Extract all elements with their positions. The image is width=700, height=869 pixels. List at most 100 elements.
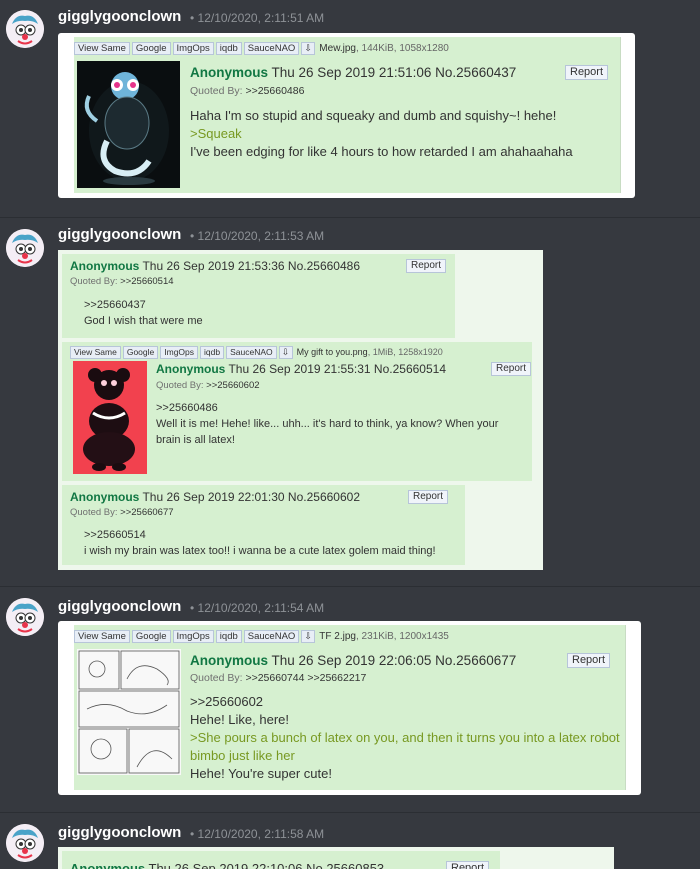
file-name[interactable]: TF 2.jpg xyxy=(319,631,356,642)
timestamp: • 12/10/2020, 2:11:53 AM xyxy=(190,227,324,245)
embed-card: View Same Google ImgOps iqdb SauceNAO ⇩ Mew.jp… xyxy=(58,33,635,198)
timestamp-dot: • xyxy=(190,11,198,25)
post-datetime[interactable]: Thu 26 Sep 2019 21:53:36 No.25660486 xyxy=(142,259,360,273)
message: gigglygoonclown • 12/10/2020, 2:11:53 AM… xyxy=(0,218,700,588)
quote-link[interactable]: >>25660514 xyxy=(120,276,173,287)
quote-link[interactable]: >>25660602 xyxy=(190,693,620,711)
greentext-line: >Squeak xyxy=(190,126,242,141)
timestamp-dot: • xyxy=(190,601,198,615)
message: gigglygoonclown • 12/10/2020, 2:11:58 AM… xyxy=(0,813,700,869)
report-button[interactable]: Report xyxy=(406,259,447,273)
quoted-by-label: Quoted By: xyxy=(156,380,204,391)
thread-container: Anonymous Thu 26 Sep 2019 22:10:06 No.25… xyxy=(58,847,614,869)
message: gigglygoonclown • 12/10/2020, 2:11:54 AM… xyxy=(0,587,700,812)
report-button[interactable]: Report xyxy=(408,490,449,504)
post-datetime[interactable]: Thu 26 Sep 2019 22:06:05 No.25660677 xyxy=(272,653,517,668)
post-datetime[interactable]: Thu 26 Sep 2019 22:10:06 No.25660853 xyxy=(149,861,385,869)
username[interactable]: gigglygoonclown xyxy=(58,598,181,616)
iqdb-button[interactable]: iqdb xyxy=(215,630,242,643)
view-same-button[interactable]: View Same xyxy=(74,630,130,643)
report-button[interactable]: Report xyxy=(446,861,490,869)
quote-link[interactable]: >>25660514 xyxy=(84,527,436,543)
view-same-button[interactable]: View Same xyxy=(70,346,121,359)
file-meta: , 1MiB, 1258x1920 xyxy=(367,347,443,357)
google-button[interactable]: Google xyxy=(122,346,159,359)
download-icon[interactable]: ⇩ xyxy=(301,630,316,643)
file-info: View Same Google ImgOps iqdb SauceNAO ⇩ Mew.jp… xyxy=(74,42,449,55)
google-button[interactable]: Google xyxy=(131,42,171,55)
imgops-button[interactable]: ImgOps xyxy=(172,630,214,643)
quote-link[interactable]: >>25660486 xyxy=(156,400,498,416)
post-header: Anonymous Thu 26 Sep 2019 22:10:06 No.25… xyxy=(70,861,384,869)
poster-name: Anonymous xyxy=(190,653,269,668)
username[interactable]: gigglygoonclown xyxy=(58,824,181,842)
poster-name: Anonymous xyxy=(70,259,140,273)
report-button[interactable]: Report xyxy=(491,362,532,376)
quote-link[interactable]: >>25660437 xyxy=(84,297,203,313)
user-avatar[interactable] xyxy=(6,824,44,862)
poster-name: Anonymous xyxy=(190,65,269,80)
post-thumbnail[interactable] xyxy=(77,61,180,188)
saucenao-button[interactable]: SauceNAO xyxy=(226,346,277,359)
saucenao-button[interactable]: SauceNAO xyxy=(243,42,300,55)
file-name[interactable]: Mew.jpg xyxy=(319,43,356,54)
post-line: Hehe! You're super cute! xyxy=(190,766,332,781)
post-line: I've been edging for like 4 hours to how… xyxy=(190,144,573,159)
quoted-post: Anonymous Thu 26 Sep 2019 21:53:36 No.25… xyxy=(62,254,455,338)
greentext-line: >She pours a bunch of latex on you, and … xyxy=(190,730,620,745)
quoted-by: Quoted By: >>25660514 xyxy=(70,276,174,287)
google-button[interactable]: Google xyxy=(131,630,171,643)
timestamp-dot: • xyxy=(190,827,198,841)
quoted-by: Quoted By: >>25660602 xyxy=(156,380,260,391)
timestamp: • 12/10/2020, 2:11:58 AM xyxy=(190,825,324,843)
quoted-by-label: Quoted By: xyxy=(190,85,243,97)
embed-card: Anonymous Thu 26 Sep 2019 22:10:06 No.25… xyxy=(58,847,614,869)
quote-link[interactable]: >>25660602 xyxy=(206,380,259,391)
username[interactable]: gigglygoonclown xyxy=(58,226,181,244)
quoted-post: Anonymous Thu 26 Sep 2019 22:01:30 No.25… xyxy=(62,485,465,565)
timestamp: • 12/10/2020, 2:11:51 AM xyxy=(190,9,324,27)
post-thumbnail[interactable] xyxy=(77,649,181,775)
post-line: brain is all latex! xyxy=(156,434,235,446)
post-datetime[interactable]: Thu 26 Sep 2019 21:51:06 No.25660437 xyxy=(272,65,517,80)
timestamp-dot: • xyxy=(190,229,198,243)
post-header: Anonymous Thu 26 Sep 2019 21:53:36 No.25… xyxy=(70,259,360,273)
quoted-by-label: Quoted By: xyxy=(70,507,118,518)
post-body: >>25660437 God I wish that were me xyxy=(84,297,203,329)
download-icon[interactable]: ⇩ xyxy=(301,42,316,55)
poster-name: Anonymous xyxy=(70,861,146,869)
file-info: View Same Google ImgOps iqdb SauceNAO ⇩ My gif… xyxy=(70,346,443,359)
poster-name: Anonymous xyxy=(156,362,226,376)
quoted-post: View Same Google ImgOps iqdb SauceNAO ⇩ My gif… xyxy=(62,342,532,481)
user-avatar[interactable] xyxy=(6,229,44,267)
download-icon[interactable]: ⇩ xyxy=(278,346,293,359)
iqdb-button[interactable]: iqdb xyxy=(215,42,242,55)
iqdb-button[interactable]: iqdb xyxy=(200,346,225,359)
user-avatar[interactable] xyxy=(6,598,44,636)
quote-link[interactable]: >>25660744 >>25662217 xyxy=(245,672,366,684)
imgops-button[interactable]: ImgOps xyxy=(160,346,199,359)
quote-link[interactable]: >>25660486 xyxy=(245,85,304,97)
saucenao-button[interactable]: SauceNAO xyxy=(243,630,300,643)
file-name[interactable]: My gift to you.png xyxy=(297,347,368,357)
post-body: >>25660486 Well it is me! Hehe! like... … xyxy=(156,400,498,448)
embed-card: Anonymous Thu 26 Sep 2019 21:53:36 No.25… xyxy=(58,250,543,570)
username[interactable]: gigglygoonclown xyxy=(58,8,181,26)
post-body: >>25660514 i wish my brain was latex too… xyxy=(84,527,436,559)
quote-link[interactable]: >>25660677 xyxy=(120,507,173,518)
post-line: i wish my brain was latex too!! i wanna … xyxy=(84,545,436,557)
post-thumbnail[interactable] xyxy=(73,361,147,474)
timestamp-text: 12/10/2020, 2:11:54 AM xyxy=(197,601,325,615)
imgops-button[interactable]: ImgOps xyxy=(172,42,214,55)
post-datetime[interactable]: Thu 26 Sep 2019 21:55:31 No.25660514 xyxy=(228,362,446,376)
quoted-by: Quoted By: >>25660677 xyxy=(70,507,174,518)
user-avatar[interactable] xyxy=(6,10,44,48)
report-button[interactable]: Report xyxy=(567,653,611,668)
view-same-button[interactable]: View Same xyxy=(74,42,130,55)
post-header: Anonymous Thu 26 Sep 2019 21:55:31 No.25… xyxy=(156,362,446,376)
greentext-line: bimbo just like her xyxy=(190,748,295,763)
post-datetime[interactable]: Thu 26 Sep 2019 22:01:30 No.25660602 xyxy=(142,490,360,504)
timestamp-text: 12/10/2020, 2:11:53 AM xyxy=(197,229,325,243)
file-meta: , 231KiB, 1200x1435 xyxy=(355,631,449,642)
report-button[interactable]: Report xyxy=(565,65,609,80)
